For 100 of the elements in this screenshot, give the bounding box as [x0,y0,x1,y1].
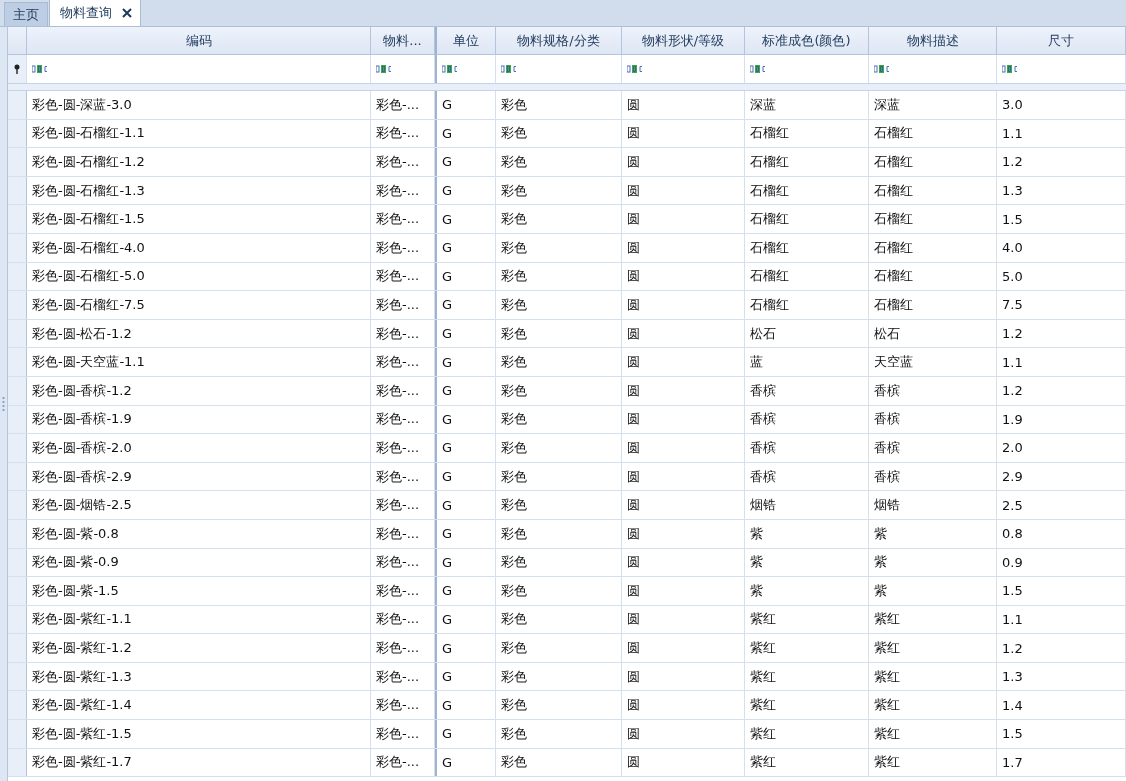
table-cell: 彩色-... [371,491,435,519]
text-filter-icon[interactable] [442,65,458,73]
table-cell: 1.2 [997,319,1126,348]
row-indicator[interactable] [8,205,27,233]
table-cell: 彩色-... [371,405,435,434]
row-indicator[interactable] [8,376,27,405]
row-indicator[interactable] [8,605,27,634]
table-cell: G [435,634,496,662]
table-cell: 彩色-... [371,233,435,262]
row-indicator[interactable] [8,748,27,777]
row-indicator[interactable] [8,291,27,319]
table-cell: G [435,434,496,462]
tab[interactable]: 物料查询 [49,0,141,26]
row-indicator[interactable] [8,577,27,605]
table-cell: 彩色-... [371,748,435,777]
table-cell: 紫红 [745,662,869,691]
table-cell: 彩色-圆-深蓝-3.0 [27,91,371,119]
text-filter-icon[interactable] [1002,65,1018,73]
table-cell: 石榴红 [745,148,869,176]
table-cell: 彩色-圆-紫红-1.3 [27,662,371,691]
row-indicator[interactable] [8,119,27,148]
row-indicator[interactable] [8,491,27,519]
row-indicator[interactable] [8,720,27,748]
table-cell: 圆 [622,662,745,691]
table-cell: G [435,491,496,519]
table-cell: 紫红 [745,748,869,777]
table-cell: 圆 [622,91,745,119]
table-cell: G [435,91,496,119]
table-cell: 圆 [622,148,745,176]
table-cell: 蓝 [745,348,869,376]
table-cell: 彩色 [496,405,622,434]
table-cell: 彩色-圆-石榴红-7.5 [27,291,371,319]
table-cell: 0.8 [997,519,1126,548]
row-indicator[interactable] [8,634,27,662]
table-cell: 石榴红 [745,119,869,148]
table-cell: 彩色 [496,291,622,319]
table-cell: 彩色-... [371,577,435,605]
row-indicator[interactable] [8,348,27,376]
table-cell: 石榴红 [869,176,997,205]
table-cell: 2.5 [997,491,1126,519]
table-cell: 彩色-圆-紫红-1.7 [27,748,371,777]
table-cell: 紫 [745,548,869,577]
row-indicator[interactable] [8,548,27,577]
table-cell: 彩色-圆-石榴红-1.3 [27,176,371,205]
table-cell: 紫红 [869,634,997,662]
table-cell: 圆 [622,319,745,348]
table-cell: 彩色 [496,691,622,720]
table-cell: 彩色-... [371,548,435,577]
table-cell: G [435,577,496,605]
table-cell: 彩色-圆-紫红-1.4 [27,691,371,720]
table-cell: 石榴红 [869,262,997,291]
table-cell: G [435,262,496,291]
table-cell: 石榴红 [745,233,869,262]
row-indicator[interactable] [8,91,27,119]
table-cell: 彩色-圆-紫红-1.1 [27,605,371,634]
row-indicator[interactable] [8,519,27,548]
table-cell: 紫红 [745,605,869,634]
close-icon[interactable] [122,8,132,18]
row-indicator[interactable] [8,262,27,291]
row-indicator[interactable] [8,462,27,491]
pin-icon [14,64,20,74]
table-cell: 圆 [622,348,745,376]
row-indicator[interactable] [8,233,27,262]
splitter-bar[interactable] [0,27,8,781]
table-cell: 香槟 [869,376,997,405]
table-cell: G [435,233,496,262]
table-cell: 彩色 [496,119,622,148]
row-indicator[interactable] [8,148,27,176]
text-filter-icon[interactable] [874,65,890,73]
table-cell: 彩色 [496,319,622,348]
row-indicator[interactable] [8,691,27,720]
table-cell: 紫红 [745,691,869,720]
table-cell: 紫红 [869,662,997,691]
table-cell: 彩色 [496,348,622,376]
row-indicator[interactable] [8,405,27,434]
table-cell: 彩色 [496,176,622,205]
text-filter-icon[interactable] [750,65,766,73]
text-filter-icon[interactable] [32,65,48,73]
row-indicator[interactable] [8,319,27,348]
table-cell: 圆 [622,519,745,548]
table-cell: 彩色-圆-松石-1.2 [27,319,371,348]
table-cell: 彩色-... [371,319,435,348]
text-filter-icon[interactable] [627,65,643,73]
table-cell: G [435,376,496,405]
text-filter-icon[interactable] [501,65,517,73]
row-indicator[interactable] [8,662,27,691]
table-cell: 彩色-圆-天空蓝-1.1 [27,348,371,376]
table-cell: 石榴红 [745,176,869,205]
table-cell: 彩色 [496,462,622,491]
row-indicator[interactable] [8,434,27,462]
tab[interactable]: 主页 [4,2,48,26]
row-indicator[interactable] [8,176,27,205]
table-cell: 彩色-圆-紫红-1.2 [27,634,371,662]
text-filter-icon[interactable] [376,65,392,73]
table-cell: G [435,291,496,319]
table-cell: 彩色 [496,548,622,577]
table-cell: 香槟 [745,434,869,462]
table-cell: 圆 [622,720,745,748]
table-cell: 彩色 [496,91,622,119]
table-cell: G [435,148,496,176]
